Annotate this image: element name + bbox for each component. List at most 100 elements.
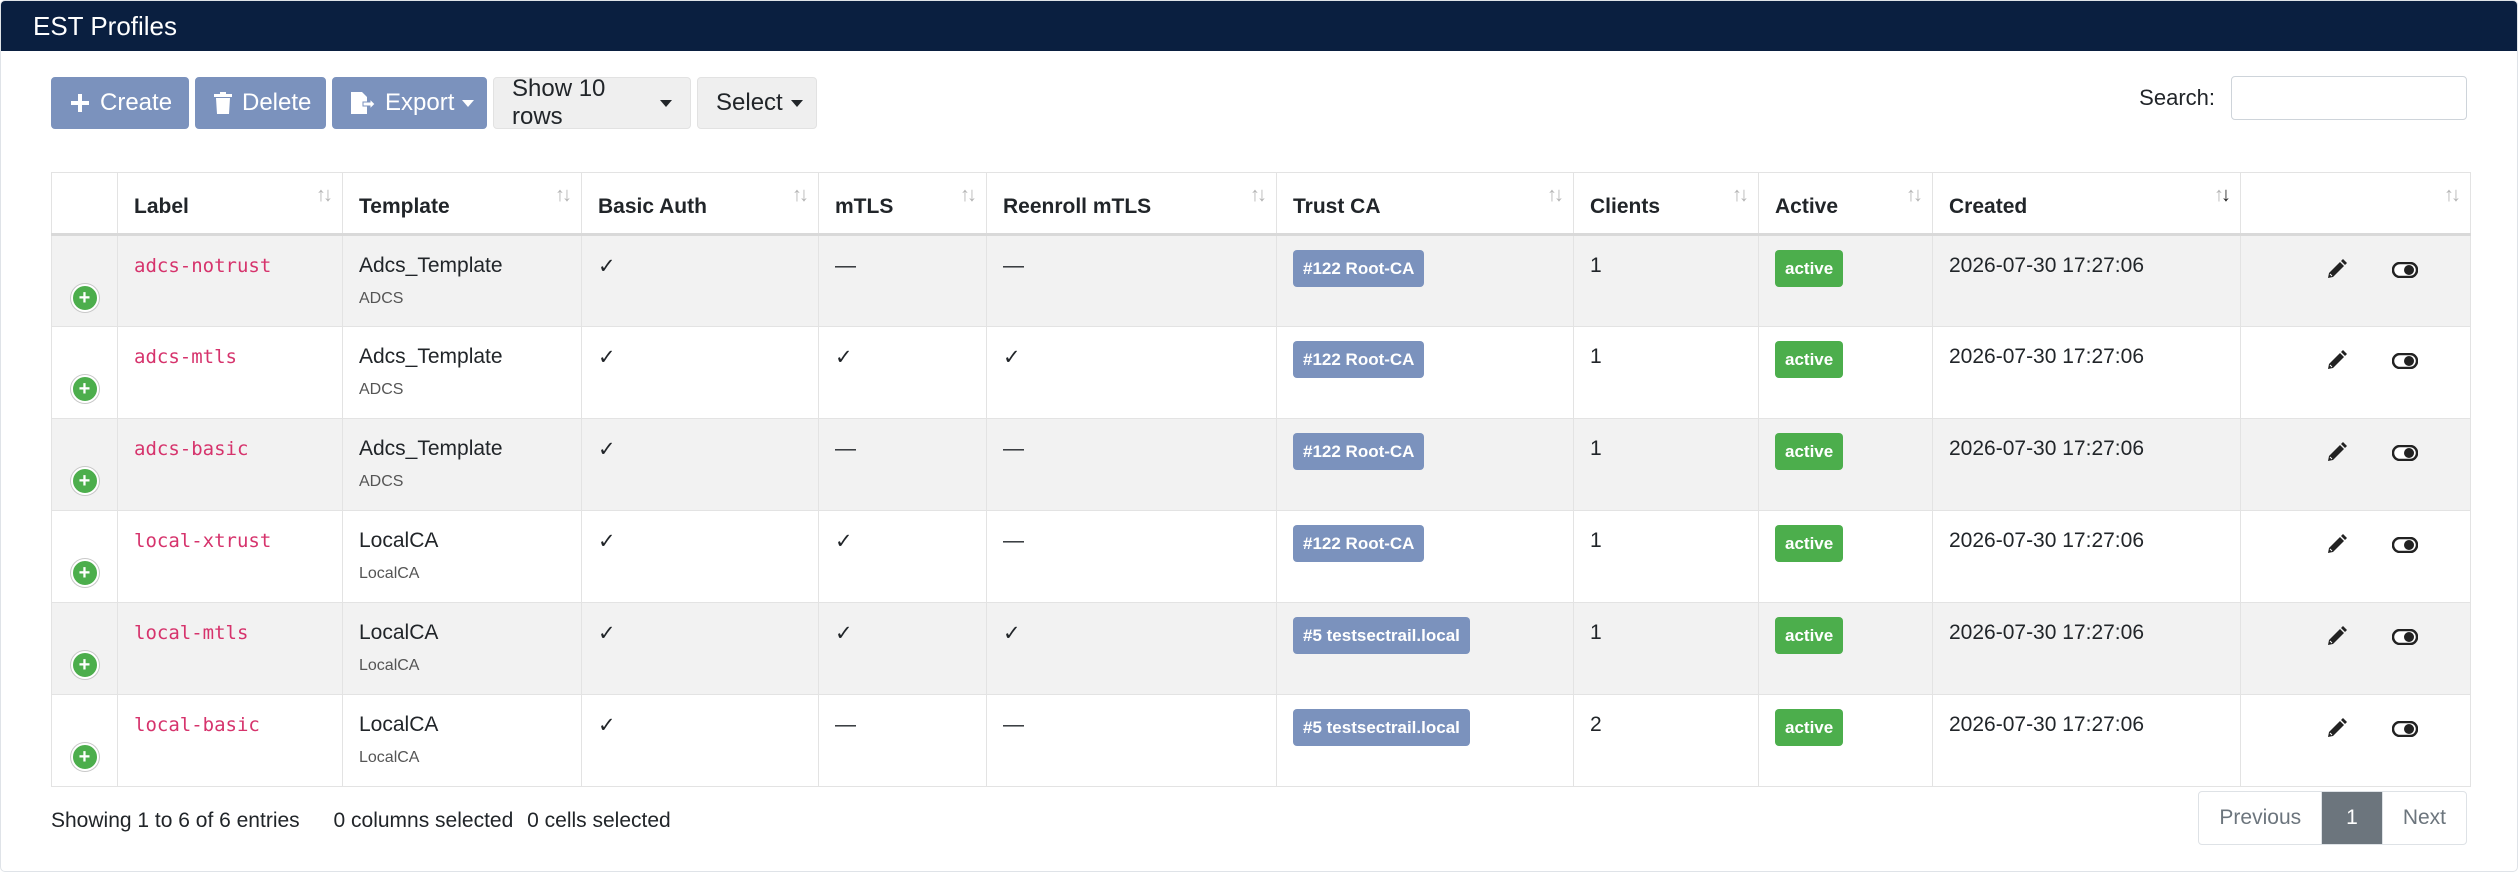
expand-cell: + bbox=[51, 418, 118, 511]
status-badge: active bbox=[1775, 433, 1844, 470]
profile-label[interactable]: local-mtls bbox=[134, 622, 248, 644]
column-header-trust-ca[interactable]: Trust CA ↑↓ bbox=[1276, 172, 1574, 236]
create-button[interactable]: Create bbox=[51, 77, 189, 129]
toggle-icon[interactable] bbox=[2391, 351, 2419, 375]
page-1-button[interactable]: 1 bbox=[2321, 792, 2382, 844]
column-header-reenroll-mtls[interactable]: Reenroll mTLS ↑↓ bbox=[986, 172, 1277, 236]
active-cell: active bbox=[1758, 510, 1933, 603]
export-dropdown[interactable]: Export bbox=[332, 77, 487, 129]
clients-cell: 1 bbox=[1573, 510, 1759, 603]
search-box: Search: bbox=[2139, 76, 2467, 120]
search-input[interactable] bbox=[2231, 76, 2467, 120]
column-header-basic-auth[interactable]: Basic Auth ↑↓ bbox=[581, 172, 819, 236]
created-cell: 2026-07-30 17:27:06 bbox=[1932, 694, 2241, 787]
column-header-actions[interactable]: ↑↓ bbox=[2240, 172, 2471, 236]
profile-label[interactable]: local-xtrust bbox=[134, 530, 271, 552]
select-dropdown[interactable]: Select bbox=[697, 77, 817, 129]
column-header-mtls[interactable]: mTLS ↑↓ bbox=[818, 172, 987, 236]
template-cell: Adcs_Template ADCS bbox=[342, 418, 582, 511]
reenroll-mtls-cell: ✓ bbox=[986, 602, 1277, 695]
column-header-created[interactable]: Created ↑↓ bbox=[1932, 172, 2241, 236]
edit-pencil-icon[interactable] bbox=[2326, 533, 2348, 561]
previous-page-button[interactable]: Previous bbox=[2199, 792, 2321, 844]
toggle-icon[interactable] bbox=[2391, 443, 2419, 467]
chevron-down-icon bbox=[790, 99, 803, 107]
expand-row-icon[interactable]: + bbox=[70, 375, 99, 403]
toggle-icon[interactable] bbox=[2391, 719, 2419, 743]
edit-pencil-icon[interactable] bbox=[2326, 258, 2348, 286]
trust-ca-badge[interactable]: #122 Root-CA bbox=[1293, 433, 1425, 470]
basic-auth-cell: ✓ bbox=[581, 694, 819, 787]
table-row: + adcs-mtls Adcs_Template ADCS ✓ ✓ ✓ #122 Root-… bbox=[51, 326, 2471, 419]
column-header-label[interactable]: Label ↑↓ bbox=[117, 172, 343, 236]
row-actions bbox=[2257, 345, 2454, 377]
delete-button[interactable]: Delete bbox=[195, 77, 326, 129]
edit-pencil-icon[interactable] bbox=[2326, 441, 2348, 469]
columns-selected-info: 0 columns selected bbox=[333, 809, 514, 832]
trust-ca-badge[interactable]: #122 Root-CA bbox=[1293, 341, 1425, 378]
expand-row-icon[interactable]: + bbox=[70, 651, 99, 679]
template-cell: LocalCA LocalCA bbox=[342, 510, 582, 603]
trust-ca-badge[interactable]: #122 Root-CA bbox=[1293, 250, 1425, 287]
cells-selected-info: 0 cells selected bbox=[527, 809, 671, 832]
row-actions bbox=[2257, 254, 2454, 286]
template-type: LocalCA bbox=[359, 749, 420, 766]
profile-label[interactable]: local-basic bbox=[134, 714, 260, 736]
expand-row-icon[interactable]: + bbox=[70, 467, 99, 495]
trust-ca-badge[interactable]: #5 testsectrail.local bbox=[1293, 617, 1470, 654]
sort-icon: ↑↓ bbox=[792, 184, 809, 206]
template-name: LocalCA bbox=[359, 529, 439, 552]
edit-pencil-icon[interactable] bbox=[2326, 625, 2348, 653]
table-row: + adcs-notrust Adcs_Template ADCS ✓ — — #122 Ro… bbox=[51, 234, 2471, 327]
profile-label[interactable]: adcs-basic bbox=[134, 438, 248, 460]
template-type: ADCS bbox=[359, 381, 404, 398]
created-cell: 2026-07-30 17:27:06 bbox=[1932, 326, 2241, 419]
next-page-button[interactable]: Next bbox=[2381, 792, 2466, 844]
mtls-cell: ✓ bbox=[818, 602, 987, 695]
table-info: Showing 1 to 6 of 6 entries 0 columns se… bbox=[51, 809, 699, 833]
profile-label[interactable]: adcs-mtls bbox=[134, 346, 237, 368]
created-cell: 2026-07-30 17:27:06 bbox=[1932, 418, 2241, 511]
expand-cell: + bbox=[51, 602, 118, 695]
template-cell: Adcs_Template ADCS bbox=[342, 234, 582, 327]
profile-label[interactable]: adcs-notrust bbox=[134, 255, 271, 277]
expand-row-icon[interactable]: + bbox=[70, 284, 99, 312]
profiles-table: Label ↑↓ Template ↑↓ Basic Auth ↑↓ mTLS ↑↓ R… bbox=[51, 172, 2471, 787]
clients-cell: 1 bbox=[1573, 234, 1759, 327]
est-profiles-card: EST Profiles Create Delete Export Show 1… bbox=[0, 0, 2518, 872]
mtls-cell: — bbox=[818, 694, 987, 787]
actions-cell bbox=[2240, 602, 2471, 695]
template-name: Adcs_Template bbox=[359, 437, 503, 460]
trust-ca-badge[interactable]: #5 testsectrail.local bbox=[1293, 709, 1470, 746]
column-header-template[interactable]: Template ↑↓ bbox=[342, 172, 582, 236]
expand-row-icon[interactable]: + bbox=[70, 559, 99, 587]
toggle-icon[interactable] bbox=[2391, 627, 2419, 651]
template-name: LocalCA bbox=[359, 713, 439, 736]
expand-row-icon[interactable]: + bbox=[70, 743, 99, 771]
toggle-icon[interactable] bbox=[2391, 260, 2419, 284]
basic-auth-cell: ✓ bbox=[581, 602, 819, 695]
actions-cell bbox=[2240, 418, 2471, 511]
template-type: ADCS bbox=[359, 473, 404, 490]
rows-per-page-dropdown[interactable]: Show 10 rows bbox=[493, 75, 691, 130]
select-label: Select bbox=[716, 89, 783, 116]
edit-pencil-icon[interactable] bbox=[2326, 349, 2348, 377]
basic-auth-cell: ✓ bbox=[581, 418, 819, 511]
toggle-icon[interactable] bbox=[2391, 535, 2419, 559]
basic-auth-cell: ✓ bbox=[581, 326, 819, 419]
actions-cell bbox=[2240, 510, 2471, 603]
created-cell: 2026-07-30 17:27:06 bbox=[1932, 234, 2241, 327]
trust-ca-cell: #122 Root-CA bbox=[1276, 326, 1574, 419]
trust-ca-badge[interactable]: #122 Root-CA bbox=[1293, 525, 1425, 562]
row-actions bbox=[2257, 529, 2454, 561]
label-cell: adcs-notrust bbox=[117, 234, 343, 327]
page-title: EST Profiles bbox=[1, 1, 2517, 51]
template-cell: LocalCA LocalCA bbox=[342, 602, 582, 695]
edit-pencil-icon[interactable] bbox=[2326, 717, 2348, 745]
reenroll-mtls-cell: ✓ bbox=[986, 326, 1277, 419]
chevron-down-icon bbox=[660, 99, 672, 107]
active-cell: active bbox=[1758, 694, 1933, 787]
template-name: Adcs_Template bbox=[359, 254, 503, 277]
column-header-clients[interactable]: Clients ↑↓ bbox=[1573, 172, 1759, 236]
column-header-active[interactable]: Active ↑↓ bbox=[1758, 172, 1933, 236]
